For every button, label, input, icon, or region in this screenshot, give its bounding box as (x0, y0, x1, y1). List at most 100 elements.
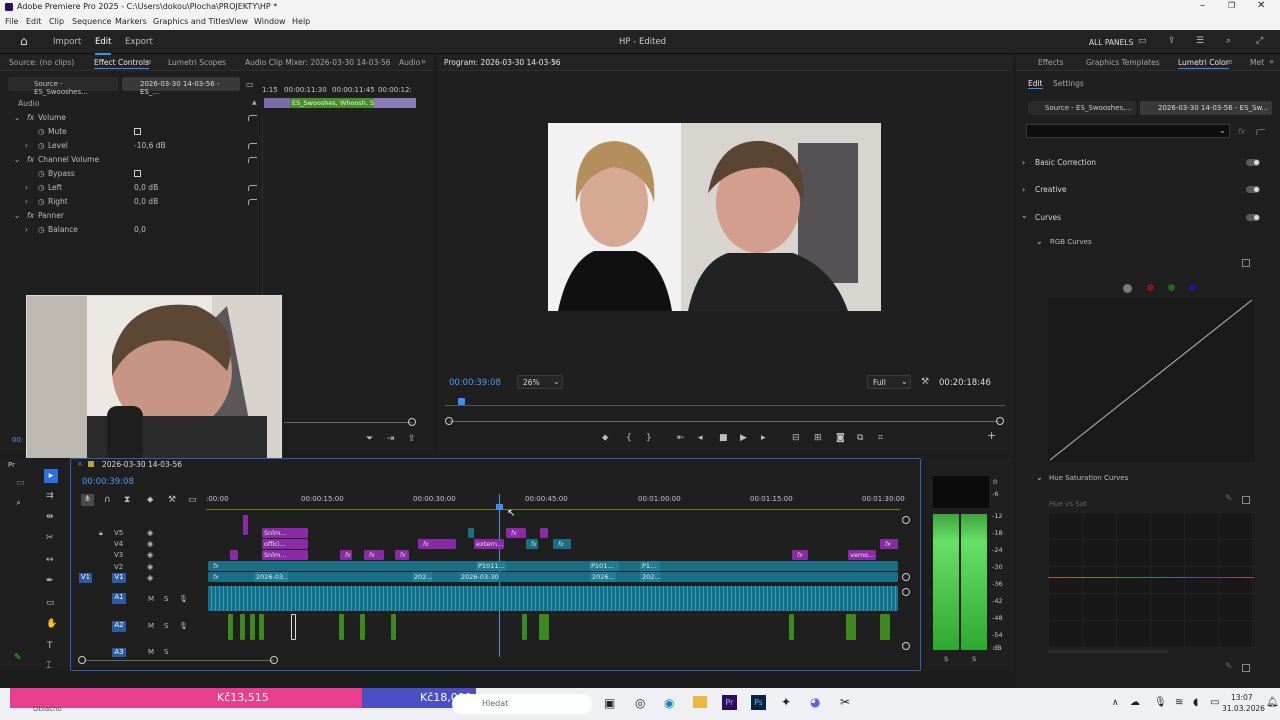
lock-icon[interactable]: 🔒︎ (99, 529, 103, 538)
insert-icon[interactable]: ⧗ (124, 495, 130, 505)
tray-chevron-icon[interactable]: ∧ (1112, 698, 1119, 708)
timeline-clip[interactable]: fx (208, 572, 898, 582)
timeline-clip[interactable]: 2026-03... (254, 572, 288, 582)
filter-icon[interactable]: ⏷ (366, 434, 373, 444)
tab-program[interactable]: Program: 2026-03-30 14-03-56 (444, 58, 561, 67)
audio-clip-a2[interactable] (250, 614, 255, 640)
stopwatch-icon[interactable]: ◷ (38, 225, 45, 234)
type-tool-icon[interactable]: T (47, 641, 53, 651)
tab-effects[interactable]: Effects (1038, 58, 1064, 67)
lumetri-clip-seq[interactable]: 2026-03-30 14-03-56 - ES_Sw... (1140, 101, 1272, 115)
ripple-edit-icon[interactable]: ⇹ (46, 512, 54, 522)
audio-clip-a1[interactable] (208, 586, 898, 611)
eyedropper-icon[interactable]: ✎ (1225, 494, 1233, 504)
mic-icon[interactable]: 🎙︎ (179, 622, 188, 630)
minimize-icon[interactable]: – (1200, 0, 1205, 11)
menu-clip[interactable]: Clip (49, 17, 64, 26)
timeline-clip[interactable]: P101... (589, 561, 619, 571)
expand-panner-icon[interactable]: ⌄ (14, 211, 20, 220)
clip-source-selector[interactable]: Source - ES_Swooshes... (8, 77, 118, 96)
app-icon[interactable]: ✦ (781, 695, 791, 709)
bypass-checkbox[interactable] (134, 170, 141, 177)
green-channel-swatch[interactable] (1168, 284, 1175, 291)
tab-audio[interactable]: Audio (399, 58, 420, 67)
clip-sequence-selector[interactable]: 2026-03-30 14-03-56 - ES_... (122, 77, 240, 96)
timeline-clip[interactable]: Snîm... (262, 550, 308, 560)
timeline-clip[interactable]: Snîm... (262, 528, 308, 538)
audio-clip-a2[interactable] (880, 614, 890, 640)
expand-creative-icon[interactable]: › (1022, 185, 1025, 194)
collapse-hue-sat-icon[interactable]: ⌄ (1036, 473, 1043, 482)
eye-icon[interactable]: ◉ (147, 540, 153, 548)
program-zoom-bar[interactable] (449, 421, 999, 422)
expand-left-icon[interactable]: › (25, 183, 28, 192)
blue-channel-swatch[interactable] (1189, 284, 1196, 291)
add-marker-icon[interactable]: ⬥ (147, 495, 153, 505)
reset-volume-icon[interactable] (248, 115, 257, 121)
lut-select[interactable]: ⌄ (1026, 124, 1230, 138)
lumetri-menu-icon[interactable]: ≡ (1227, 58, 1233, 66)
battery-icon[interactable]: ▭ (1210, 697, 1219, 708)
solo-a2-button[interactable]: S (164, 622, 168, 630)
lumetri-clip-source[interactable]: Source - ES_Swooshes,... (1028, 101, 1136, 115)
mute-a3-button[interactable]: M (148, 648, 154, 656)
reset-right-icon[interactable] (248, 199, 257, 205)
timeline-clip[interactable] (540, 528, 548, 538)
timeline-clip[interactable]: fx (526, 539, 538, 549)
panel-menu-icon[interactable]: ≡ (146, 58, 152, 66)
audio-clip-a2[interactable] (846, 614, 856, 640)
discord-icon[interactable]: ◕ (810, 695, 820, 709)
zoom-select[interactable]: 26% ⌄ (517, 375, 563, 389)
timeline-clip[interactable]: fx (418, 539, 456, 549)
all-panels-button[interactable]: ALL PANELS (1089, 38, 1133, 47)
audio-clip-a2[interactable] (522, 614, 527, 640)
play-icon[interactable]: ▶ (740, 433, 747, 443)
menu-file[interactable]: File (5, 17, 18, 26)
program-zoom-handle-right[interactable] (996, 417, 1004, 425)
rgb-curves-checkbox[interactable] (1242, 259, 1250, 267)
timeline-clip[interactable]: P1011... (476, 561, 506, 571)
edit-tab[interactable]: Edit (95, 37, 112, 55)
timeline-clip[interactable]: fx (792, 550, 808, 560)
selection-tool-icon[interactable]: ▸ (44, 469, 58, 483)
creative-toggle[interactable] (1246, 186, 1260, 193)
snipping-icon[interactable]: ✂ (840, 695, 850, 709)
timeline-clip[interactable]: fx (340, 550, 352, 560)
export-tab[interactable]: Export (125, 37, 153, 47)
stopwatch-icon[interactable]: ◷ (38, 127, 45, 136)
share-icon[interactable]: ⇪ (1168, 36, 1176, 46)
app-icon[interactable]: ◎ (635, 696, 645, 710)
rgb-curve-graph[interactable] (1048, 298, 1254, 462)
track-select-icon[interactable]: ⇉ (46, 491, 54, 501)
timeline-clip[interactable]: fx (364, 550, 384, 560)
hue-vs-hue-checkbox[interactable] (1242, 664, 1250, 672)
stopwatch-icon[interactable]: ◷ (38, 183, 45, 192)
timeline-clip[interactable] (468, 528, 474, 538)
reset-channel-volume-icon[interactable] (248, 157, 257, 163)
task-view-icon[interactable]: ▣ (604, 696, 615, 710)
menu-edit[interactable]: Edit (26, 17, 42, 26)
ec-scrollbar[interactable] (284, 422, 412, 423)
program-ruler[interactable] (445, 398, 1005, 406)
timeline-vscroll-handle[interactable] (902, 573, 910, 581)
mute-a2-button[interactable]: M (148, 622, 154, 630)
luma-channel-swatch[interactable] (1123, 284, 1132, 293)
program-zoom-handle-left[interactable] (445, 417, 453, 425)
timeline-clip[interactable]: 2026-03-30... (459, 572, 499, 582)
maximize-icon[interactable]: ❐ (1228, 1, 1235, 10)
solo-a1-button[interactable]: S (164, 595, 168, 603)
timeline-timecode[interactable]: 00:00:39:08 (82, 477, 134, 487)
hue-sat-checkbox[interactable] (1242, 496, 1250, 504)
tab-lumetri-color[interactable]: Lumetri Color (1178, 58, 1229, 67)
linked-selection-icon[interactable]: ∩ (104, 495, 111, 505)
quick-export-icon[interactable]: ☰ (1196, 36, 1204, 46)
home-icon[interactable]: ⌂ (20, 34, 28, 48)
meter-solo-left[interactable]: S (944, 655, 948, 663)
vr-icon[interactable]: ⌗ (878, 433, 883, 443)
track-v1-label[interactable]: V1 (112, 573, 126, 583)
timeline-clip[interactable]: fx (395, 550, 409, 560)
timeline-clip[interactable] (243, 515, 248, 535)
track-a2-label[interactable]: A2 (112, 621, 126, 632)
premiere-icon[interactable]: Pr (722, 695, 737, 710)
program-timecode[interactable]: 00:00:39:08 (449, 378, 501, 388)
